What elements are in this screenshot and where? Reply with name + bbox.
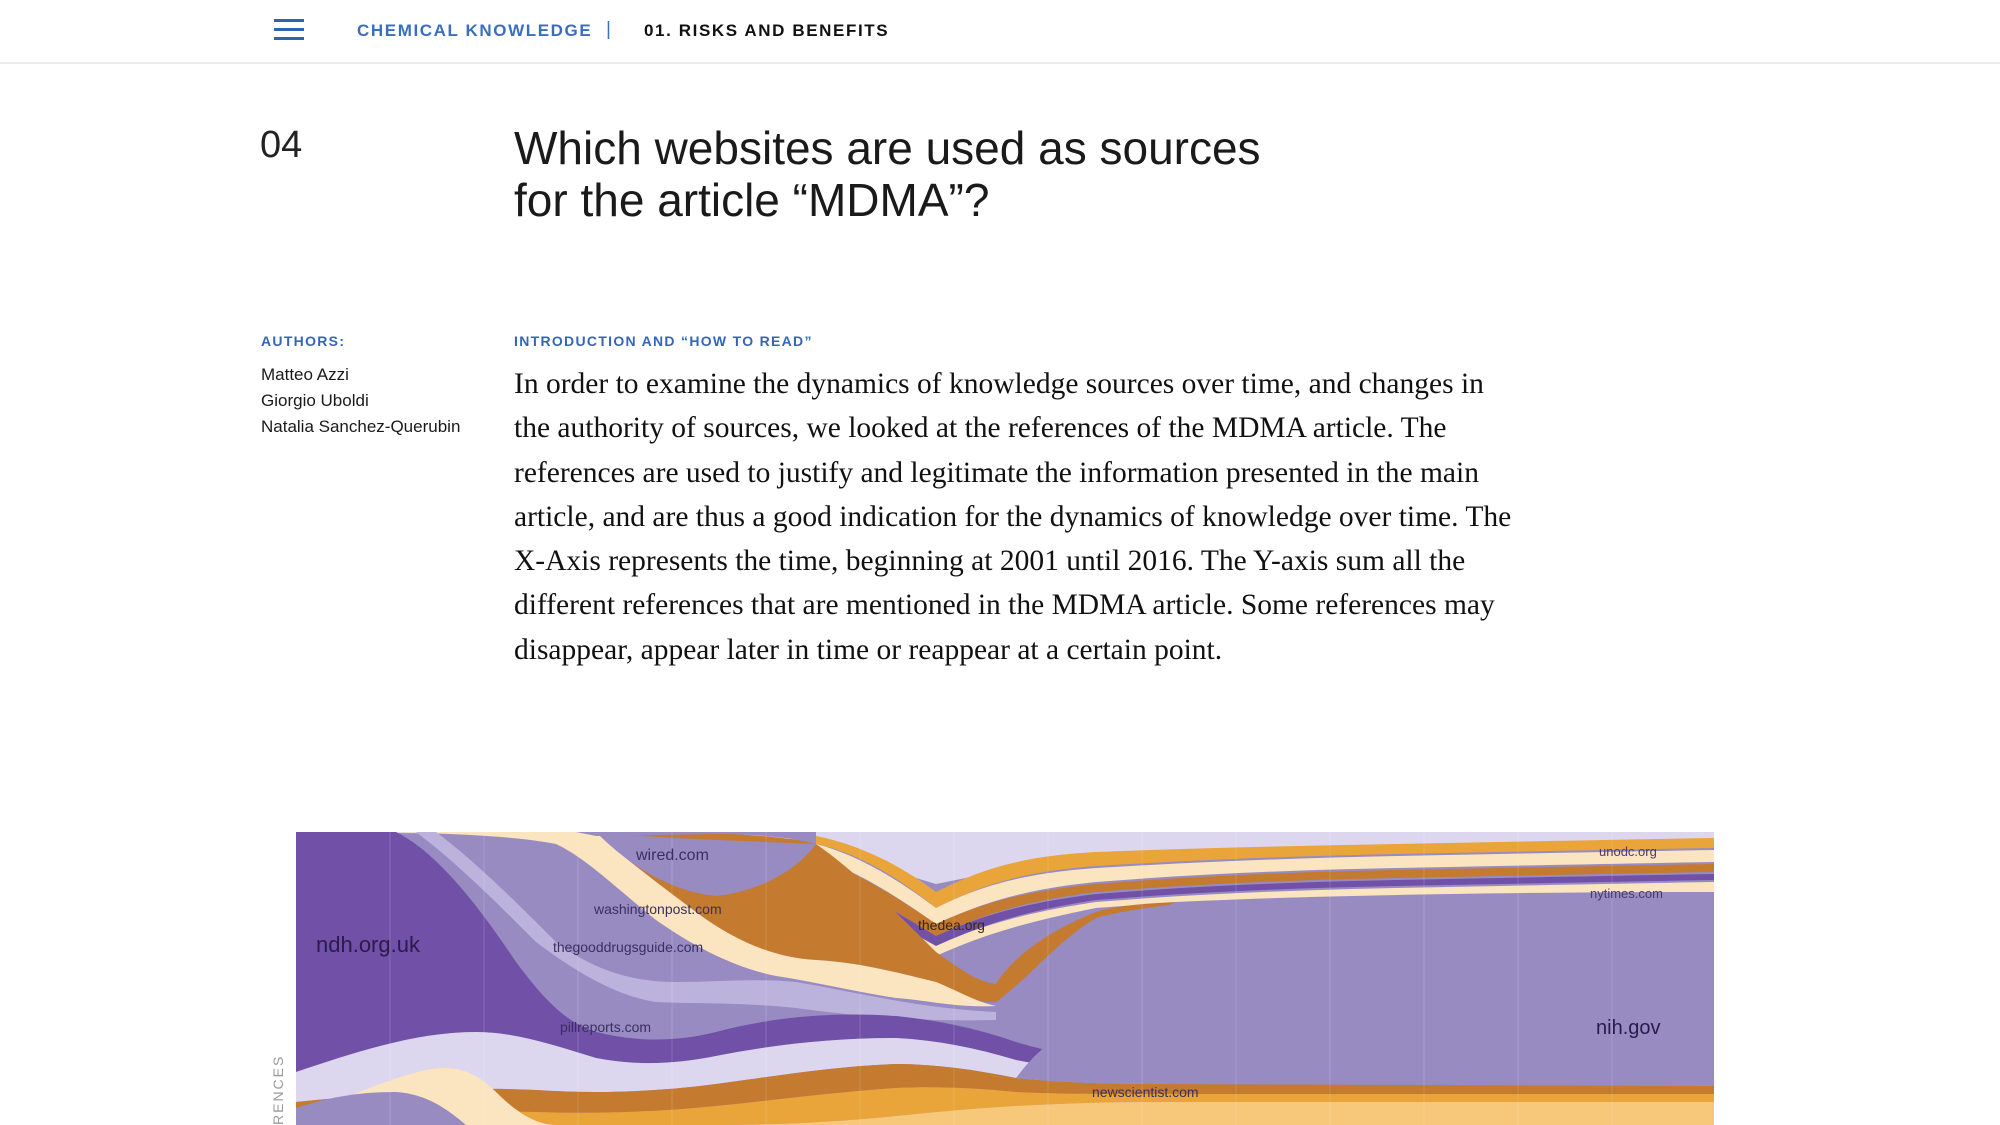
label-thedea-org: thedea.org [918,917,985,933]
section-number: 04 [260,124,303,166]
label-pillreports-com: pillreports.com [560,1019,651,1035]
section-title-line-2: for the article “MDMA”? [514,174,990,226]
authors-list: Matteo Azzi Giorgio Uboldi Natalia Sanch… [261,362,460,440]
streamgraph-svg: ndh.org.uk wired.com washingtonpost.com … [296,832,1714,1125]
streamgraph-chart: ndh.org.uk wired.com washingtonpost.com … [296,832,1714,1125]
label-unodc-org: unodc.org [1599,844,1657,859]
label-washingtonpost-com: washingtonpost.com [593,901,722,917]
y-axis-label: RENCES [270,1054,286,1125]
label-newscientist-com: newscientist.com [1092,1084,1199,1100]
author-name: Natalia Sanchez-Querubin [261,417,461,436]
hamburger-menu-icon[interactable] [274,19,304,43]
breadcrumb-chemical-knowledge[interactable]: CHEMICAL KNOWLEDGE [357,21,592,41]
label-nytimes-com: nytimes.com [1590,886,1663,901]
section-title: Which websites are used as sources for t… [514,122,1274,226]
author-name: Matteo Azzi [261,365,349,384]
authors-label: AUTHORS: [261,333,346,349]
label-ndh-org-uk: ndh.org.uk [316,932,421,957]
author-name: Giorgio Uboldi [261,391,369,410]
intro-paragraph: In order to examine the dynamics of know… [514,368,1512,666]
top-navigation-bar: CHEMICAL KNOWLEDGE | 01. RISKS AND BENEF… [0,0,2000,64]
section-title-line-1: Which websites are used as sources [514,122,1261,174]
label-thegooddrugsguide-com: thegooddrugsguide.com [553,939,703,955]
breadcrumb-current-chapter[interactable]: 01. RISKS AND BENEFITS [644,21,889,41]
label-nih-gov: nih.gov [1596,1017,1661,1039]
intro-label: INTRODUCTION AND “HOW TO READ” [514,333,813,349]
label-wired-com: wired.com [635,847,709,864]
breadcrumb-separator: | [606,19,613,40]
